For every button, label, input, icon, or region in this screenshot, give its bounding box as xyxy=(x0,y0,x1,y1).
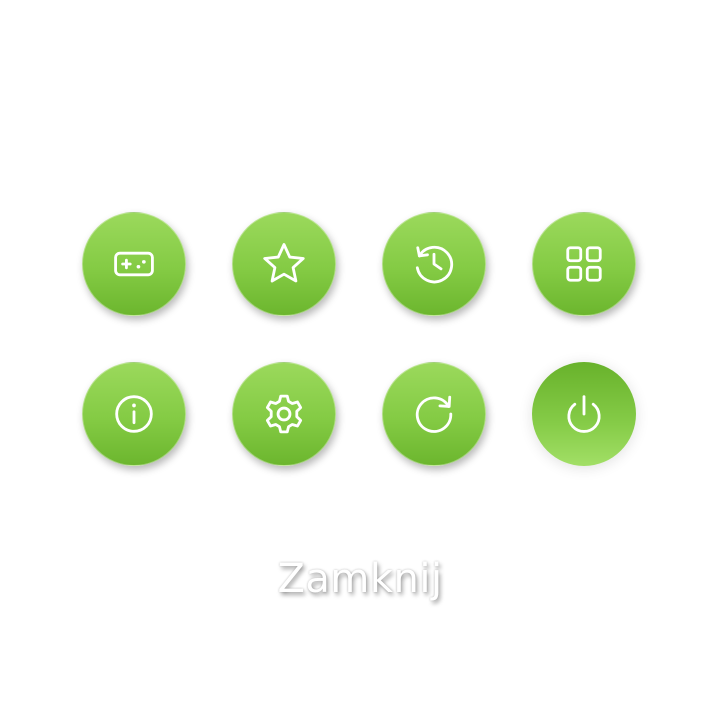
info-icon xyxy=(108,388,160,440)
star-icon xyxy=(258,238,310,290)
apps-grid-icon xyxy=(558,238,610,290)
button-grid xyxy=(82,212,638,466)
selected-action-label: Zamknij xyxy=(277,556,443,602)
apps-button[interactable] xyxy=(532,212,636,316)
gamepad-icon xyxy=(108,238,160,290)
favorites-button[interactable] xyxy=(232,212,336,316)
info-button[interactable] xyxy=(82,362,186,466)
settings-gear-icon xyxy=(258,388,310,440)
history-button[interactable] xyxy=(382,212,486,316)
menu-screen: Zamknij xyxy=(0,0,720,720)
history-icon xyxy=(408,238,460,290)
refresh-button[interactable] xyxy=(382,362,486,466)
power-icon xyxy=(558,388,610,440)
shutdown-button[interactable] xyxy=(532,362,636,466)
refresh-icon xyxy=(408,388,460,440)
games-button[interactable] xyxy=(82,212,186,316)
settings-button[interactable] xyxy=(232,362,336,466)
